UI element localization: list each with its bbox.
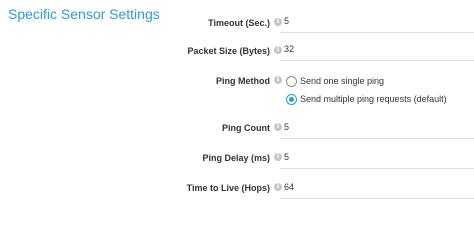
ttl-value: 64 (284, 182, 295, 192)
ping-count-input[interactable]: 5 (280, 116, 474, 139)
ping-count-value: 5 (284, 122, 290, 132)
packet-size-input[interactable]: 32 (280, 38, 474, 61)
ping-delay-label: Ping Delay (ms) (202, 153, 270, 163)
radio-button-checked[interactable] (286, 94, 297, 105)
packet-size-label: Packet Size (Bytes) (187, 46, 270, 56)
radio-label: Send multiple ping requests (default) (300, 94, 447, 104)
timeout-label: Timeout (Sec.) (208, 18, 270, 28)
ttl-label: Time to Live (Hops) (186, 183, 270, 193)
timeout-input[interactable]: 5 (280, 10, 474, 33)
ping-method-label: Ping Method (216, 76, 270, 86)
section-title: Specific Sensor Settings (8, 6, 160, 22)
ping-delay-value: 5 (284, 152, 290, 162)
radio-button-unchecked[interactable] (286, 76, 297, 87)
ping-count-label: Ping Count (222, 123, 270, 133)
timeout-value: 5 (284, 16, 290, 26)
packet-size-value: 32 (284, 44, 295, 54)
info-icon[interactable]: i (274, 76, 282, 84)
ping-delay-input[interactable]: 5 (280, 146, 474, 169)
ttl-input[interactable]: 64 (280, 176, 474, 199)
radio-label: Send one single ping (300, 76, 385, 86)
